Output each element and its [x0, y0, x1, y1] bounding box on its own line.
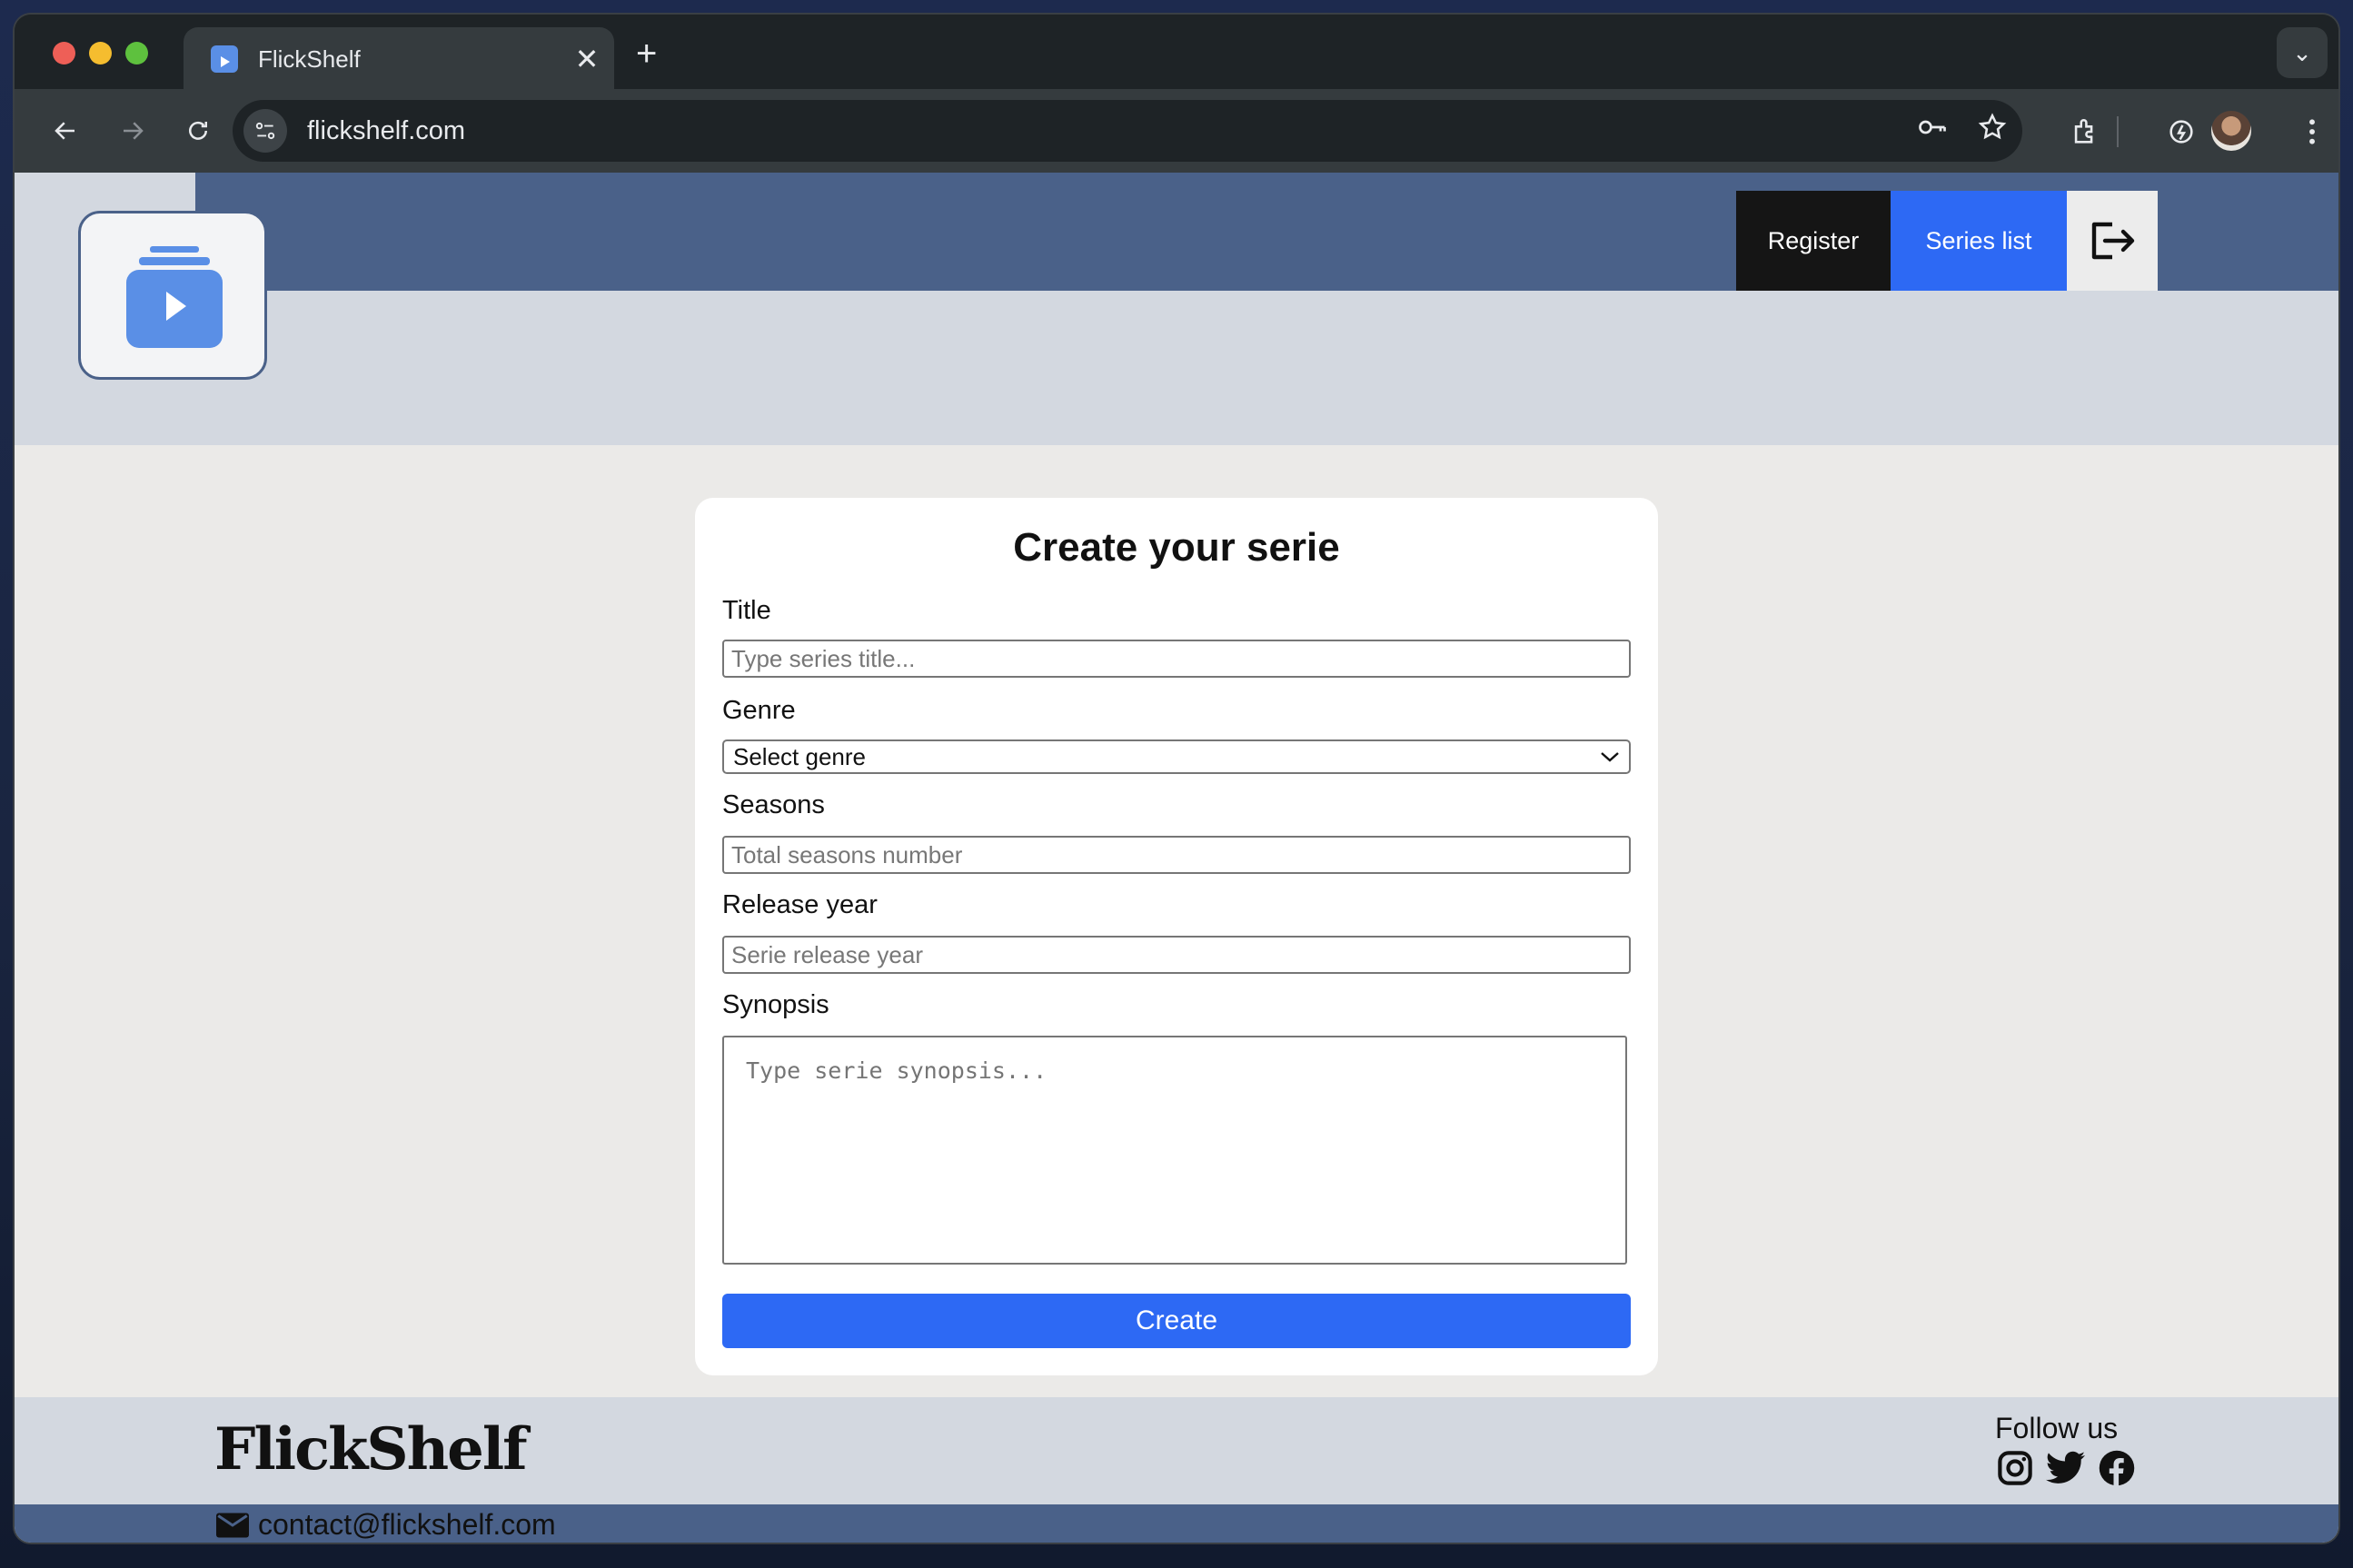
- create-serie-form: Create your serie Title Genre Select gen…: [695, 498, 1658, 1375]
- logout-button[interactable]: [2067, 191, 2158, 291]
- release-year-label: Release year: [722, 890, 878, 919]
- maximize-window-button[interactable]: [125, 42, 148, 65]
- site-logo[interactable]: [78, 211, 267, 380]
- profile-avatar[interactable]: [2211, 111, 2251, 151]
- new-tab-button[interactable]: +: [636, 35, 657, 72]
- tab-search-button[interactable]: ⌄: [2277, 27, 2328, 78]
- film-box-logo-icon: [126, 246, 223, 348]
- genre-selected-value: Select genre: [733, 742, 866, 770]
- create-button[interactable]: Create: [722, 1294, 1631, 1348]
- browser-toolbar: flickshelf.com: [15, 89, 2338, 173]
- footer-brand: FlickShelf: [214, 1415, 528, 1484]
- title-label: Title: [722, 596, 771, 625]
- close-window-button[interactable]: [53, 42, 75, 65]
- seasons-label: Seasons: [722, 790, 825, 819]
- series-list-link[interactable]: Series list: [1891, 191, 2067, 291]
- synopsis-label: Synopsis: [722, 990, 829, 1019]
- footer-bottom-bar: contact@flickshelf.com: [15, 1504, 2338, 1543]
- register-link[interactable]: Register: [1736, 191, 1891, 291]
- form-title: Create your serie: [1013, 525, 1340, 570]
- tab-close-icon[interactable]: ✕: [560, 42, 614, 76]
- genre-label: Genre: [722, 696, 796, 725]
- extensions-icon[interactable]: [2062, 109, 2108, 154]
- follow-us-label: Follow us: [1995, 1412, 2119, 1444]
- mail-icon: [216, 1513, 249, 1537]
- contact-email[interactable]: contact@flickshelf.com: [216, 1508, 556, 1542]
- seasons-input[interactable]: [722, 836, 1631, 874]
- genre-select[interactable]: Select genre: [722, 739, 1631, 774]
- menu-icon[interactable]: [2289, 109, 2335, 154]
- footer: FlickShelf Follow us: [15, 1397, 2338, 1504]
- url-text[interactable]: flickshelf.com: [307, 116, 1902, 146]
- tab-title: FlickShelf: [258, 45, 361, 73]
- browser-tab[interactable]: FlickShelf ✕: [184, 27, 614, 91]
- release-year-input[interactable]: [722, 936, 1631, 974]
- password-key-icon[interactable]: [1902, 111, 1962, 151]
- flickshelf-favicon-icon: [211, 45, 238, 73]
- synopsis-textarea[interactable]: [722, 1036, 1627, 1265]
- chevron-down-icon: [1601, 752, 1619, 762]
- toolbar-divider: [2117, 116, 2119, 147]
- reload-icon[interactable]: [176, 109, 220, 153]
- facebook-icon[interactable]: [2097, 1448, 2137, 1488]
- performance-icon[interactable]: [2159, 109, 2204, 154]
- minimize-window-button[interactable]: [89, 42, 112, 65]
- browser-window: FlickShelf ✕ + ⌄ flickshelf.com Register…: [15, 15, 2338, 1543]
- social-links: [1995, 1448, 2137, 1488]
- bookmark-star-icon[interactable]: [1962, 112, 2022, 150]
- site-info-icon[interactable]: [243, 109, 287, 153]
- address-bar[interactable]: flickshelf.com: [233, 100, 2022, 162]
- title-input[interactable]: [722, 640, 1631, 678]
- contact-email-text[interactable]: contact@flickshelf.com: [258, 1508, 556, 1542]
- tab-strip: FlickShelf ✕ + ⌄: [15, 15, 2338, 91]
- instagram-icon[interactable]: [1995, 1448, 2035, 1488]
- back-icon[interactable]: [44, 109, 87, 153]
- twitter-icon[interactable]: [2046, 1448, 2086, 1488]
- logout-icon: [2091, 222, 2135, 260]
- forward-icon[interactable]: [111, 109, 154, 153]
- web-page: Register Series list Create your serie T…: [15, 173, 2338, 1543]
